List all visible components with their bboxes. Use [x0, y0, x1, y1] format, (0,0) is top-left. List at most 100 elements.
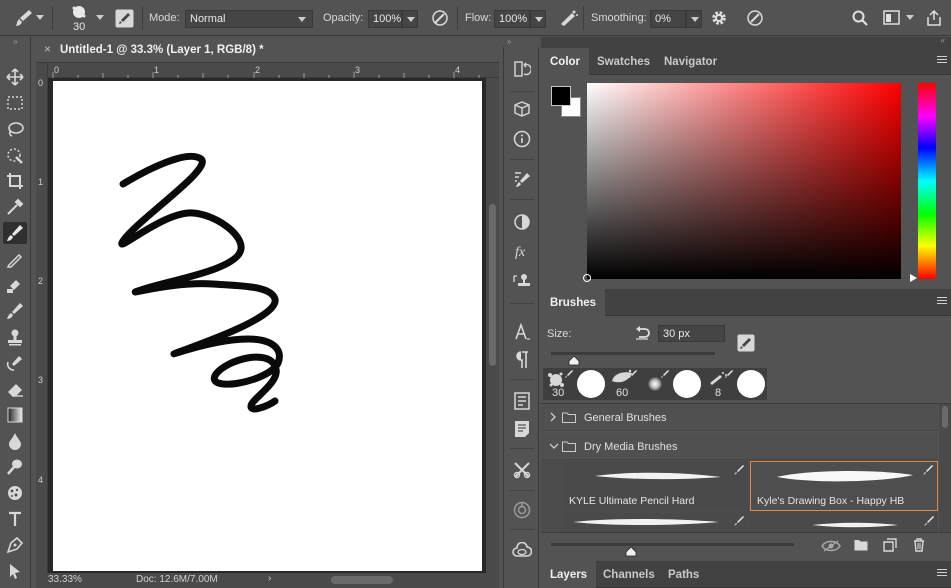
opacity-input[interactable]: 100%: [368, 10, 402, 28]
zoom-level[interactable]: 33.33%: [48, 574, 82, 585]
flow-input[interactable]: 100%: [494, 10, 530, 28]
size-input[interactable]: 30 px: [658, 325, 725, 342]
collapse-icon[interactable]: »: [0, 37, 31, 47]
chevron-down-icon[interactable]: [96, 15, 104, 21]
panel-menu-icon[interactable]: [937, 569, 947, 579]
foreground-color-swatch[interactable]: [551, 86, 571, 106]
chevron-down-icon[interactable]: [906, 15, 914, 21]
vertical-scrollbar[interactable]: [486, 78, 499, 573]
brush-preset-picker[interactable]: [71, 4, 87, 20]
character-icon[interactable]: [510, 320, 534, 344]
gradient-tool-icon[interactable]: [3, 404, 27, 426]
eyedropper-tool-icon[interactable]: [3, 196, 27, 218]
type-tool-icon[interactable]: [3, 508, 27, 530]
pen-tool-icon[interactable]: [3, 534, 27, 556]
move-tool-icon[interactable]: [3, 66, 27, 88]
tab-brushes[interactable]: Brushes: [541, 289, 606, 316]
pressure-opacity-icon[interactable]: [431, 9, 449, 27]
eraser-tool-icon[interactable]: [3, 378, 27, 400]
smoothing-input[interactable]: 0%: [650, 10, 686, 28]
panel-menu-icon[interactable]: [937, 297, 947, 307]
canvas[interactable]: [53, 81, 482, 571]
history-icon[interactable]: [510, 57, 534, 81]
smoothing-dropdown[interactable]: [686, 10, 702, 28]
brush-card[interactable]: [750, 513, 938, 532]
flow-dropdown[interactable]: [530, 10, 546, 28]
trash-icon[interactable]: [913, 538, 925, 552]
tab-navigator[interactable]: Navigator: [655, 48, 726, 75]
workspace-icon[interactable]: [883, 10, 901, 26]
collapse-icon[interactable]: »: [503, 37, 541, 47]
tab-paths[interactable]: Paths: [659, 561, 708, 588]
marquee-tool-icon[interactable]: [3, 92, 27, 114]
path-selection-tool-icon[interactable]: [3, 560, 27, 582]
lasso-tool-icon[interactable]: [3, 118, 27, 140]
new-brush-icon[interactable]: [883, 538, 897, 552]
color-field[interactable]: [583, 83, 901, 282]
close-icon[interactable]: ×: [44, 42, 51, 56]
clone-stamp-tool-icon[interactable]: [3, 274, 27, 296]
status-menu-arrow[interactable]: ›: [268, 573, 271, 584]
info-icon[interactable]: [510, 127, 534, 151]
document-tab[interactable]: × Untitled-1 @ 33.3% (Layer 1, RGB/8) *: [36, 37, 499, 63]
brush-list-scrollbar[interactable]: [939, 404, 951, 532]
opacity-dropdown[interactable]: [402, 10, 418, 28]
paragraph-icon[interactable]: [510, 348, 534, 372]
brush-settings-icon[interactable]: [510, 167, 534, 191]
brush-card[interactable]: [563, 513, 748, 532]
search-icon[interactable]: [852, 10, 868, 26]
pencil-tool-icon[interactable]: [3, 248, 27, 270]
color-picker-handle[interactable]: [583, 274, 591, 282]
size-slider[interactable]: [551, 352, 715, 366]
brush-settings-toggle-icon[interactable]: [737, 334, 755, 352]
brush-tool-icon[interactable]: [3, 222, 27, 244]
brush-card-selected[interactable]: Kyle's Drawing Box - Happy HB: [750, 461, 938, 511]
pressure-size-icon[interactable]: [746, 9, 764, 27]
eye-icon[interactable]: [821, 539, 841, 553]
recent-brush-round-hard[interactable]: [735, 368, 767, 400]
recent-brush-splatter[interactable]: 30: [543, 368, 575, 400]
tab-channels[interactable]: Channels: [594, 561, 664, 588]
creative-cloud-icon[interactable]: [510, 538, 534, 562]
panel-menu-icon[interactable]: [937, 56, 947, 66]
hue-slider-handle[interactable]: [910, 274, 918, 282]
reset-size-icon[interactable]: [634, 326, 650, 340]
healing-brush-tool-icon[interactable]: [3, 300, 27, 322]
quick-selection-tool-icon[interactable]: [3, 144, 27, 166]
brush-card[interactable]: KYLE Ultimate Pencil Hard: [563, 462, 748, 510]
collapse-icon[interactable]: «: [941, 36, 945, 45]
tab-color[interactable]: Color: [541, 48, 590, 75]
crop-tool-icon[interactable]: [3, 170, 27, 192]
notes-icon[interactable]: [510, 417, 534, 441]
share-icon[interactable]: [926, 10, 942, 26]
libraries-icon[interactable]: [510, 498, 534, 522]
properties-icon[interactable]: [510, 389, 534, 413]
recent-brush-round-hard[interactable]: [671, 368, 703, 400]
recent-brush-soft-round[interactable]: [639, 368, 671, 400]
preview-size-handle[interactable]: [625, 547, 637, 557]
new-group-icon[interactable]: [854, 539, 868, 551]
scroll-thumb[interactable]: [489, 204, 496, 366]
dodge-tool-icon[interactable]: [3, 456, 27, 478]
styles-fx-icon[interactable]: fx: [510, 239, 534, 263]
stamp-tool-icon[interactable]: [3, 326, 27, 348]
hue-slider[interactable]: [910, 83, 936, 282]
size-slider-handle[interactable]: [568, 356, 580, 366]
blur-tool-icon[interactable]: [3, 430, 27, 452]
tab-layers[interactable]: Layers: [541, 561, 597, 588]
preview-size-slider[interactable]: [551, 543, 794, 557]
mode-select[interactable]: Normal: [185, 10, 313, 28]
tool-presets-icon[interactable]: [510, 458, 534, 482]
brush-tool-icon[interactable]: [14, 8, 34, 28]
scroll-thumb[interactable]: [942, 406, 948, 428]
folder-dry-media-brushes[interactable]: Dry Media Brushes: [541, 433, 938, 460]
sponge-tool-icon[interactable]: [3, 482, 27, 504]
history-brush-tool-icon[interactable]: [3, 352, 27, 374]
gear-icon[interactable]: [710, 9, 728, 27]
adjustments-icon[interactable]: [510, 210, 534, 234]
folder-general-brushes[interactable]: General Brushes: [541, 404, 938, 431]
airbrush-icon[interactable]: [558, 9, 578, 27]
horizontal-scroll-thumb[interactable]: [331, 576, 393, 584]
clone-source-icon[interactable]: [510, 269, 534, 293]
recent-brush-round-hard[interactable]: [575, 368, 607, 400]
